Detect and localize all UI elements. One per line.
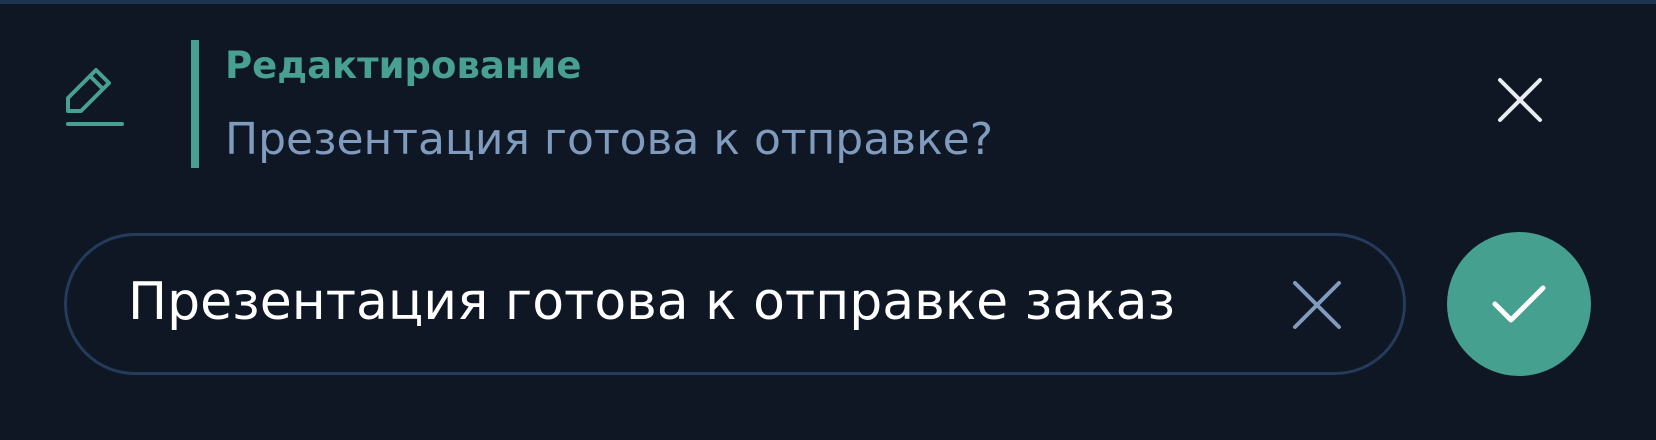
edit-mode-title: Редактирование	[225, 44, 582, 87]
close-icon	[1293, 281, 1341, 329]
original-message-preview: Презентация готова к отправке?	[225, 114, 994, 165]
edit-accent-bar	[191, 40, 223, 168]
top-divider	[0, 0, 1656, 4]
save-edit-button[interactable]	[1447, 232, 1591, 376]
close-icon	[1498, 78, 1542, 122]
checkmark-icon	[1492, 285, 1546, 323]
clear-input-button[interactable]	[1290, 278, 1344, 332]
cancel-edit-button[interactable]	[1490, 70, 1550, 130]
pencil-icon	[64, 68, 124, 130]
message-input-text[interactable]: Презентация готова к отправке заказ	[128, 271, 1175, 333]
